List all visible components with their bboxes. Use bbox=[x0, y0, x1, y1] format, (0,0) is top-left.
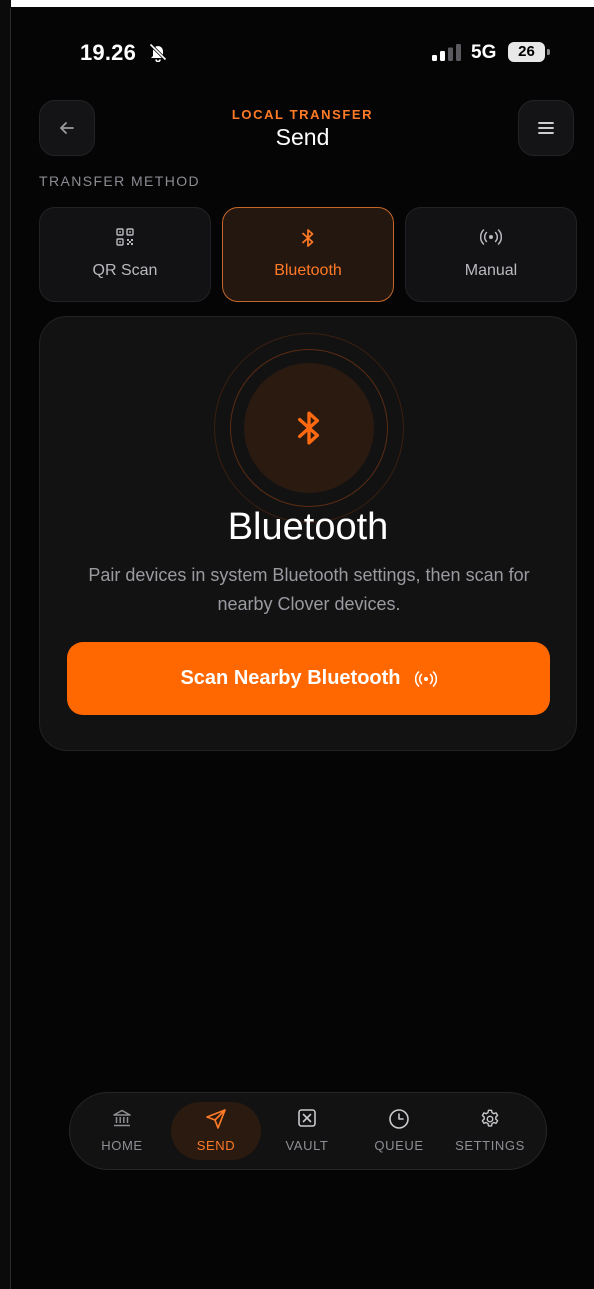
bank-icon bbox=[113, 1109, 131, 1127]
nav-item-home[interactable]: HOME bbox=[77, 1102, 167, 1160]
nav-label: HOME bbox=[101, 1138, 143, 1153]
cellular-signal-icon bbox=[432, 44, 461, 61]
bell-slash-icon bbox=[149, 43, 167, 62]
status-time: 19.26 bbox=[80, 40, 137, 65]
battery-indicator: 26 bbox=[508, 42, 550, 62]
broadcast-icon bbox=[480, 229, 502, 245]
bluetooth-card: Bluetooth Pair devices in system Bluetoo… bbox=[39, 316, 577, 751]
status-bar: 19.26 5G 26 bbox=[11, 7, 594, 87]
method-tab-label: QR Scan bbox=[92, 262, 158, 279]
page-title: Send bbox=[275, 124, 330, 150]
nav-item-queue[interactable]: QUEUE bbox=[354, 1102, 444, 1160]
bottom-nav: HOME SEND VAULT QUEUE SETTINGS bbox=[69, 1092, 547, 1170]
transfer-method-label: TRANSFER METHOD bbox=[39, 173, 200, 189]
bluetooth-icon bbox=[302, 229, 314, 247]
method-tab-label: Manual bbox=[464, 262, 518, 279]
method-tab-bluetooth[interactable]: Bluetooth bbox=[222, 207, 394, 302]
device-frame-edge bbox=[0, 0, 11, 1289]
gear-icon bbox=[481, 1109, 499, 1127]
bluetooth-card-title: Bluetooth bbox=[227, 506, 389, 548]
nav-item-settings[interactable]: SETTINGS bbox=[445, 1102, 535, 1160]
nav-item-vault[interactable]: VAULT bbox=[262, 1102, 352, 1160]
nav-label: SETTINGS bbox=[455, 1138, 525, 1153]
method-tab-manual[interactable]: Manual bbox=[405, 207, 577, 302]
network-type: 5G bbox=[471, 42, 497, 63]
bluetooth-card-description: Pair devices in system Bluetooth setting… bbox=[88, 565, 530, 614]
menu-button[interactable] bbox=[518, 100, 574, 156]
scan-button-label: Scan Nearby Bluetooth bbox=[180, 667, 401, 689]
scan-nearby-bluetooth-button[interactable]: Scan Nearby Bluetooth bbox=[67, 642, 550, 715]
battery-level: 26 bbox=[508, 42, 545, 62]
nav-label: QUEUE bbox=[374, 1138, 424, 1153]
header-subtitle: LOCAL TRANSFER bbox=[231, 107, 374, 122]
qr-code-icon bbox=[116, 228, 134, 246]
broadcast-icon bbox=[414, 670, 437, 687]
method-tab-qr-scan[interactable]: QR Scan bbox=[39, 207, 211, 302]
app-screen: 19.26 5G 26 LOCAL TRANSFER Send TRANSFER… bbox=[11, 7, 594, 1289]
hamburger-menu-icon bbox=[538, 122, 554, 134]
nav-label: SEND bbox=[196, 1138, 236, 1153]
battery-nub bbox=[547, 49, 550, 55]
bluetooth-icon bbox=[298, 411, 320, 445]
nav-label: VAULT bbox=[285, 1138, 329, 1153]
bluetooth-badge bbox=[244, 363, 374, 493]
nav-item-send[interactable]: SEND bbox=[171, 1102, 261, 1160]
method-tab-label: Bluetooth bbox=[274, 262, 342, 279]
clock-icon bbox=[389, 1109, 409, 1129]
send-icon bbox=[206, 1109, 226, 1129]
vault-icon bbox=[298, 1109, 316, 1127]
